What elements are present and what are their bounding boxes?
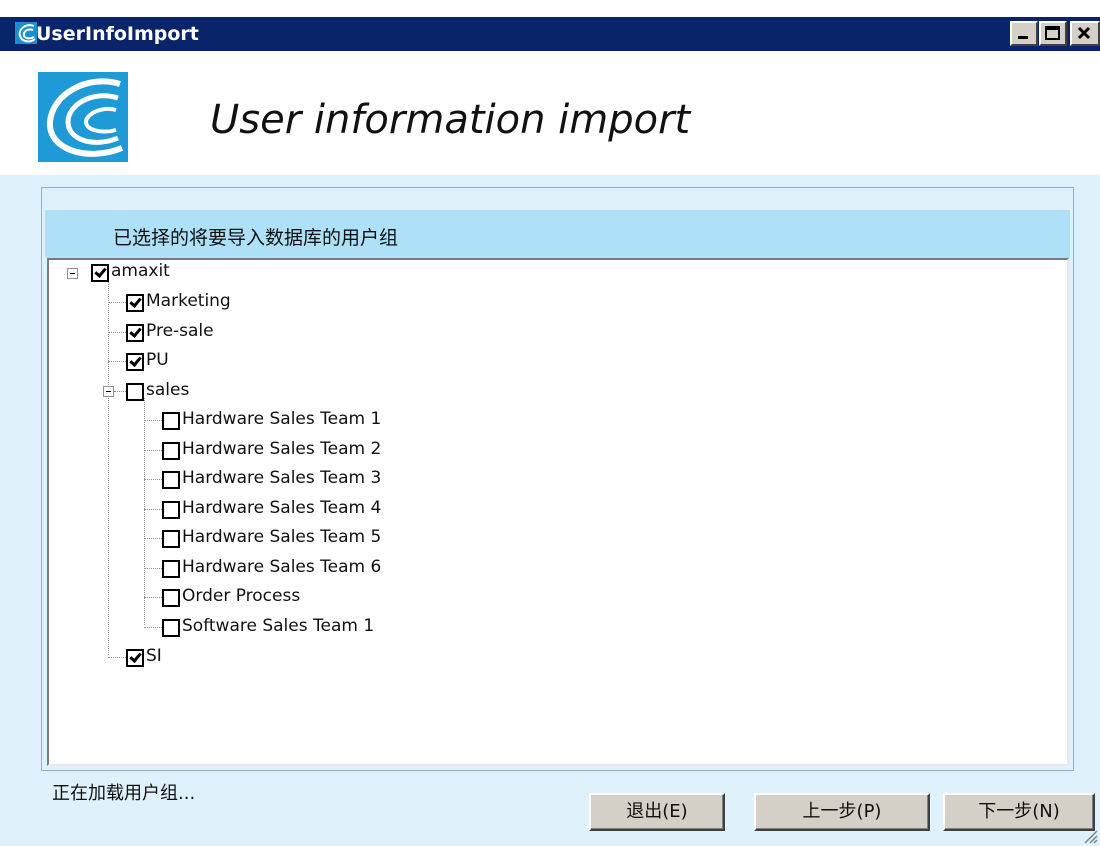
tree-connector bbox=[144, 420, 162, 421]
resize-grip-icon[interactable] bbox=[1082, 828, 1098, 844]
tree-connector bbox=[144, 509, 162, 510]
window-title: UserInfoImport bbox=[36, 23, 199, 45]
group-header-label: 已选择的将要导入数据库的用户组 bbox=[113, 227, 399, 249]
checkbox-hardware-sales-team-3[interactable] bbox=[162, 471, 180, 489]
tree-connector bbox=[144, 597, 162, 598]
app-icon bbox=[15, 22, 37, 44]
tree-node-label[interactable]: Hardware Sales Team 6 bbox=[182, 557, 381, 577]
user-group-box: 已选择的将要导入数据库的用户组 amaxit Marketing Pre-sal… bbox=[41, 187, 1074, 771]
exit-button[interactable]: 退出(E) bbox=[589, 793, 725, 831]
maximize-icon bbox=[1045, 26, 1060, 40]
maximize-button[interactable] bbox=[1039, 21, 1067, 46]
group-header: 已选择的将要导入数据库的用户组 bbox=[45, 210, 1070, 258]
tree-connector bbox=[144, 398, 145, 625]
checkbox-hardware-sales-team-5[interactable] bbox=[162, 530, 180, 548]
checkbox-marketing[interactable] bbox=[126, 294, 144, 312]
page-title: User information import bbox=[210, 97, 691, 143]
checkbox-hardware-sales-team-1[interactable] bbox=[162, 412, 180, 430]
next-button[interactable]: 下一步(N) bbox=[943, 793, 1095, 831]
tree-node-label[interactable]: Hardware Sales Team 4 bbox=[182, 498, 381, 518]
close-icon bbox=[1077, 26, 1091, 40]
checkbox-pu[interactable] bbox=[126, 353, 144, 371]
tree-node-label[interactable]: Pre-sale bbox=[146, 321, 214, 341]
back-button[interactable]: 上一步(P) bbox=[754, 793, 930, 831]
minimize-icon bbox=[1018, 36, 1028, 39]
company-logo bbox=[38, 72, 128, 162]
tree-node-label[interactable]: Order Process bbox=[182, 586, 300, 606]
checkbox-hardware-sales-team-2[interactable] bbox=[162, 442, 180, 460]
tree-node-label[interactable]: Hardware Sales Team 5 bbox=[182, 527, 381, 547]
tree-node-label[interactable]: Hardware Sales Team 3 bbox=[182, 468, 381, 488]
checkbox-pre-sale[interactable] bbox=[126, 324, 144, 342]
tree-node-label[interactable]: SI bbox=[146, 646, 162, 666]
tree-connector bbox=[108, 302, 126, 303]
status-text: 正在加载用户组... bbox=[52, 783, 196, 804]
checkbox-hardware-sales-team-6[interactable] bbox=[162, 560, 180, 578]
minimize-button[interactable] bbox=[1010, 21, 1038, 46]
checkbox-amaxit[interactable] bbox=[91, 264, 109, 282]
tree-connector bbox=[144, 627, 162, 628]
checkbox-sales[interactable] bbox=[126, 383, 144, 401]
tree-connector bbox=[108, 280, 109, 655]
tree-connector bbox=[144, 450, 162, 451]
tree-node-label[interactable]: PU bbox=[146, 350, 169, 370]
collapse-toggle-icon[interactable] bbox=[103, 386, 114, 397]
title-bar[interactable]: UserInfoImport bbox=[0, 17, 1100, 51]
tree-connector bbox=[114, 391, 126, 392]
main-window: User information import 已选择的将要导入数据库的用户组 bbox=[0, 51, 1100, 846]
tree-connector bbox=[108, 361, 126, 362]
tree-node-label[interactable]: Hardware Sales Team 2 bbox=[182, 439, 381, 459]
checkbox-si[interactable] bbox=[126, 649, 144, 667]
close-button[interactable] bbox=[1070, 21, 1100, 46]
tree-node-label[interactable]: sales bbox=[146, 380, 189, 400]
checkbox-software-sales-team-1[interactable] bbox=[162, 619, 180, 637]
tree-node-label[interactable]: Hardware Sales Team 1 bbox=[182, 409, 381, 429]
header-band: User information import bbox=[0, 51, 1100, 175]
checkbox-hardware-sales-team-4[interactable] bbox=[162, 501, 180, 519]
collapse-toggle-icon[interactable] bbox=[67, 268, 78, 279]
tree-connector bbox=[108, 332, 126, 333]
tree-connector bbox=[144, 479, 162, 480]
tree-node-label[interactable]: Marketing bbox=[146, 291, 231, 311]
tree-connector bbox=[144, 568, 162, 569]
tree-node-label[interactable]: Software Sales Team 1 bbox=[182, 616, 374, 636]
checkbox-order-process[interactable] bbox=[162, 589, 180, 607]
tree-node-label[interactable]: amaxit bbox=[111, 261, 170, 281]
tree-connector bbox=[108, 657, 126, 658]
tree-connector bbox=[144, 538, 162, 539]
user-group-tree[interactable]: amaxit Marketing Pre-sale PU sales Hardw… bbox=[47, 258, 1069, 766]
